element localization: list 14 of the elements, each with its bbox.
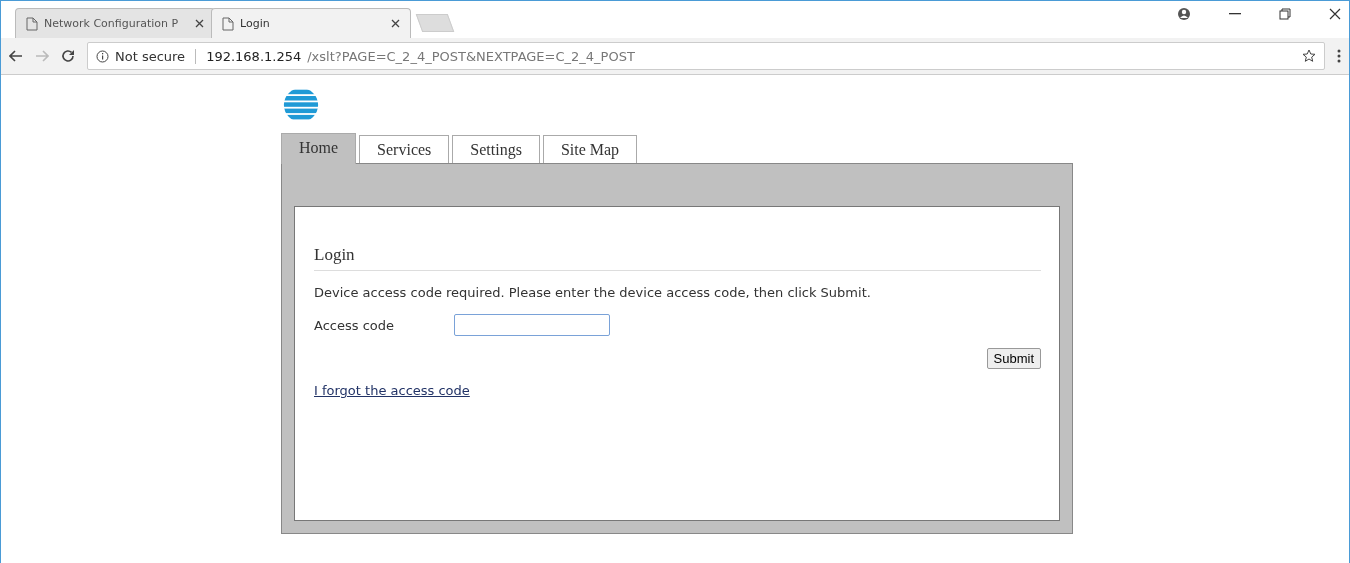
- access-code-label: Access code: [314, 317, 395, 333]
- submit-button[interactable]: Submit: [986, 348, 1041, 369]
- nav-tab[interactable]: Site Map: [542, 135, 638, 163]
- forgot-code-link[interactable]: I forgot the access code: [314, 383, 470, 398]
- url-host: 192.168.1.254: [206, 48, 302, 64]
- instruction-text: Device access code required. Please enter the device access code, then click Submit.: [314, 285, 872, 300]
- nav-tab[interactable]: Settings: [452, 135, 540, 163]
- nav-tab[interactable]: Home: [281, 133, 357, 164]
- browser-tab[interactable]: Login: [211, 8, 411, 38]
- url-path: /xslt?PAGE=C_2_4_POST&NEXTPAGE=C_2_4_POST: [307, 48, 635, 64]
- address-bar[interactable]: Not secure 192.168.1.254 /xslt?PAGE=C_2_4_POST&NEXTPAGE=C_2_4_POST: [87, 42, 1325, 70]
- login-heading: Login: [314, 245, 1041, 271]
- nav-tab[interactable]: Services: [359, 135, 450, 163]
- security-label: Not secure: [115, 48, 197, 64]
